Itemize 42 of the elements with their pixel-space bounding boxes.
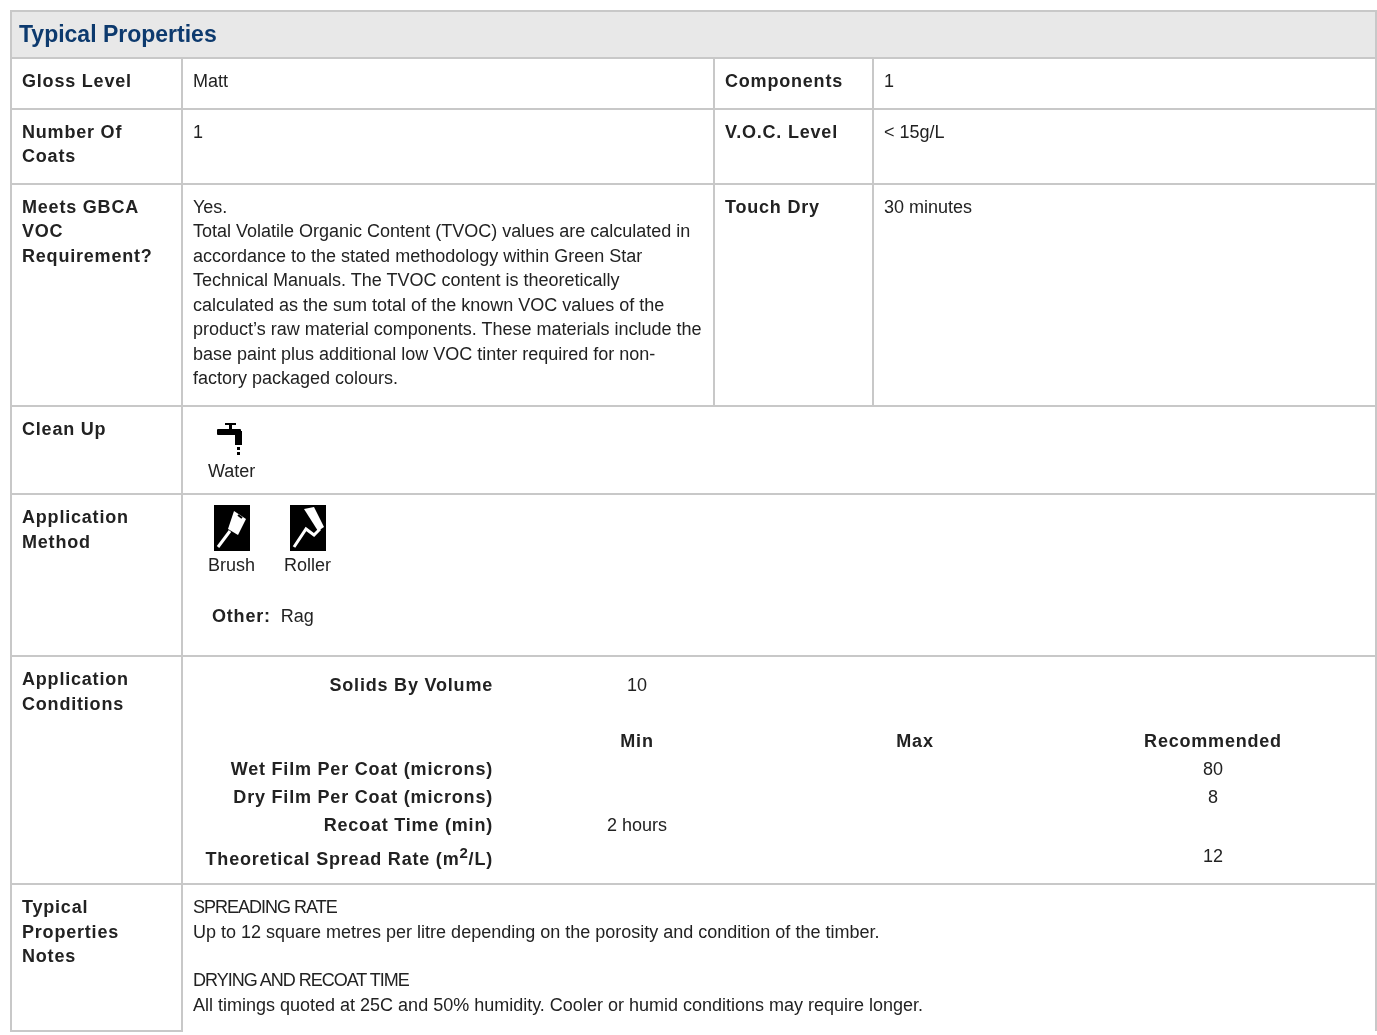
condition-label: Recoat Time (min): [322, 814, 493, 837]
paint-roller-icon: [289, 505, 326, 551]
property-value: 1: [884, 71, 894, 91]
condition-value: 10: [626, 674, 648, 697]
column-header: Max: [895, 730, 935, 753]
panel-title: Typical Properties: [19, 21, 217, 48]
property-value: 1: [193, 120, 203, 144]
property-label: Meets GBCA VOC Requirement?: [11, 183, 182, 406]
property-label: Components: [714, 58, 873, 109]
property-label: Gloss Level: [11, 58, 182, 109]
note-text: Up to 12 square metres per litre depending on the porosity and condition of the timber.: [193, 920, 881, 944]
note-heading: DRYING AND RECOAT TIME: [193, 969, 410, 992]
property-description: Total Volatile Organic Content (TVOC) values are calculated in accordance to the stated methodology within Green Star Technical Manuals. The TVOC content is theoretically calculated as the sum total of the known VOC values of the product’s raw material components. These materials include the base paint plus additional low VOC tinter required for non-factory packaged colours.: [193, 220, 703, 390]
note-heading: SPREADING RATE: [193, 896, 338, 919]
property-label: Application Method: [11, 494, 182, 656]
property-label: Touch Dry: [714, 183, 873, 406]
method-label: Brush: [208, 554, 256, 577]
property-label: Clean Up: [11, 405, 182, 494]
condition-value: 80: [1202, 758, 1224, 781]
method-label: Roller: [284, 554, 332, 577]
condition-label: Wet Film Per Coat (microns): [229, 758, 493, 781]
condition-label: Dry Film Per Coat (microns): [232, 786, 493, 809]
note-text: All timings quoted at 25C and 50% humidity. Cooler or humid conditions may require longer.: [193, 993, 925, 1017]
condition-label: Theoretical Spread Rate (m$^{2}$/L): [204, 843, 493, 871]
other-label: Other:: [212, 605, 271, 626]
condition-value: 2 hours: [605, 814, 668, 837]
method-label: Water: [208, 459, 256, 483]
property-value: < 15g/L: [884, 121, 945, 142]
condition-value: 12: [1202, 845, 1224, 868]
property-label: Number Of Coats: [11, 108, 182, 184]
column-header: Min: [619, 730, 655, 753]
property-label: Application Conditions: [11, 656, 182, 884]
column-header: Recommended: [1143, 730, 1283, 753]
condition-value: 8: [1207, 786, 1219, 809]
property-value: Yes.: [193, 195, 228, 219]
paintbrush-icon: [213, 505, 250, 551]
property-label: V.O.C. Level: [714, 108, 873, 184]
property-value: Matt: [193, 70, 228, 93]
other-value: Rag: [280, 605, 314, 626]
condition-label: Solids By Volume: [328, 674, 493, 697]
property-label: Typical Properties Notes: [11, 884, 182, 1031]
property-value: 30 minutes: [884, 196, 973, 217]
